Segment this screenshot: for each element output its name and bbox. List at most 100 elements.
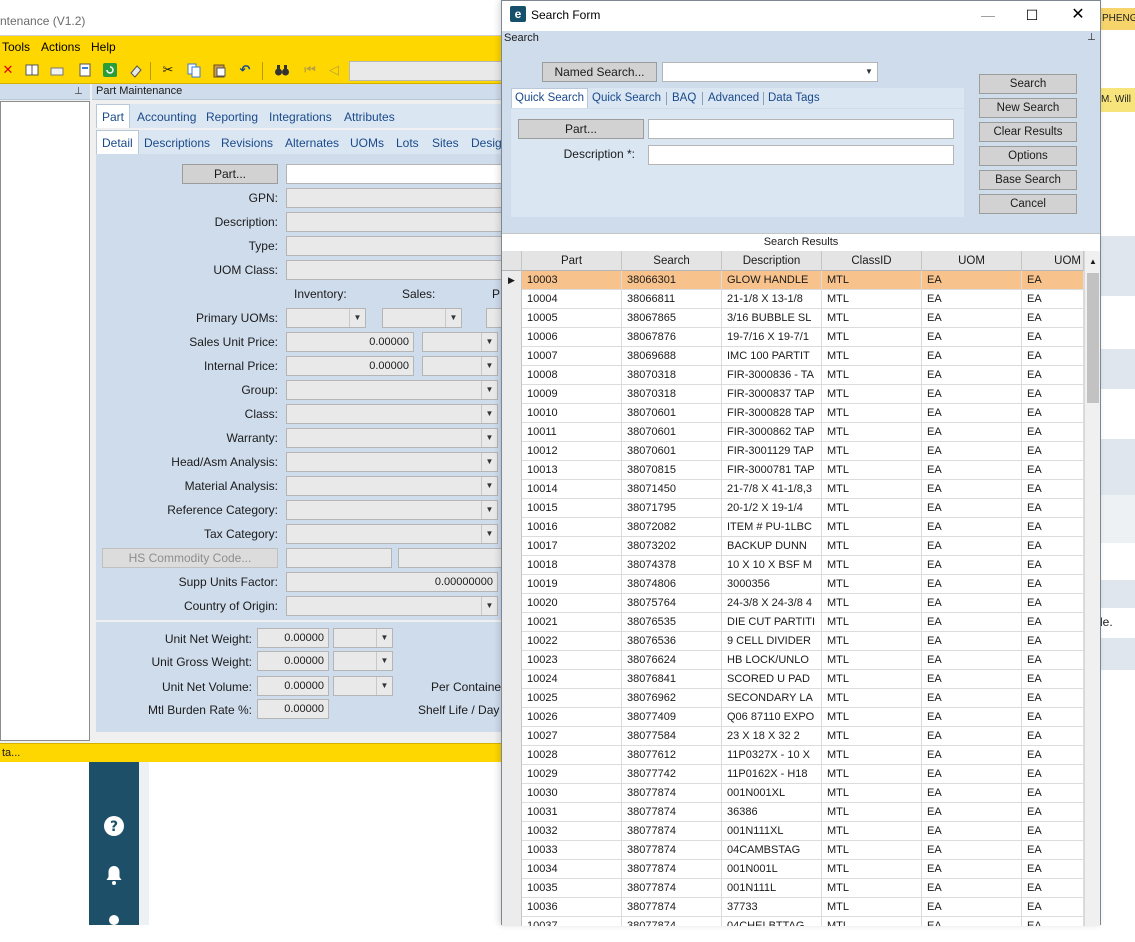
cell-part[interactable]: 10016 <box>522 518 622 537</box>
table-row[interactable]: 10030 38077874 001N001XL MTL EA EA <box>502 784 1084 803</box>
scroll-thumb[interactable] <box>1087 273 1099 403</box>
menu-help[interactable]: Help <box>91 40 116 54</box>
cell-uom-2[interactable]: EA <box>1022 632 1084 651</box>
cell-description[interactable]: FIR-3001129 TAP <box>722 442 822 461</box>
description-search-field[interactable] <box>648 145 954 165</box>
table-row[interactable]: 10021 38076535 DIE CUT PARTITI MTL EA EA <box>502 613 1084 632</box>
cell-uom[interactable]: EA <box>922 632 1022 651</box>
tab-reporting[interactable]: Reporting <box>206 110 258 124</box>
mtl-burden-rate-field[interactable]: 0.00000 <box>257 699 329 719</box>
cell-uom[interactable]: EA <box>922 556 1022 575</box>
cell-classid[interactable]: MTL <box>822 385 922 404</box>
unit-net-volume-field[interactable]: 0.00000 <box>257 676 329 696</box>
inventory-uom-dropdown[interactable]: ▼ <box>286 308 366 328</box>
cell-uom[interactable]: EA <box>922 594 1022 613</box>
cell-classid[interactable]: MTL <box>822 347 922 366</box>
cut-icon[interactable]: ✂ <box>160 62 176 78</box>
table-row[interactable]: 10025 38076962 SECONDARY LA MTL EA EA <box>502 689 1084 708</box>
row-indicator[interactable] <box>502 765 522 784</box>
table-row-selected[interactable]: ▶ 10003 38066301 GLOW HANDLE MTL EA EA <box>502 271 1084 290</box>
menu-actions[interactable]: Actions <box>41 40 80 54</box>
cell-search[interactable]: 38070318 <box>622 366 722 385</box>
tab-detail[interactable]: Detail <box>96 130 139 154</box>
cell-description[interactable]: 20-1/2 X 19-1/4 <box>722 499 822 518</box>
cell-uom[interactable]: EA <box>922 290 1022 309</box>
cell-classid[interactable]: MTL <box>822 613 922 632</box>
cell-uom-2[interactable]: EA <box>1022 271 1084 290</box>
column-header-description[interactable]: Description <box>722 251 822 271</box>
net-volume-uom-dropdown[interactable]: ▼ <box>333 676 393 696</box>
tab-advanced[interactable]: Advanced <box>708 92 759 104</box>
table-row[interactable]: 10006 38067876 19-7/16 X 19-7/1 MTL EA EA <box>502 328 1084 347</box>
table-row[interactable]: 10012 38070601 FIR-3001129 TAP MTL EA EA <box>502 442 1084 461</box>
cell-description[interactable]: DIE CUT PARTITI <box>722 613 822 632</box>
cell-uom-2[interactable]: EA <box>1022 651 1084 670</box>
table-row[interactable]: 10016 38072082 ITEM # PU-1LBC MTL EA EA <box>502 518 1084 537</box>
hs-commodity-code-button[interactable]: HS Commodity Code... <box>102 548 278 568</box>
pin-icon[interactable]: ⊥ <box>1087 32 1096 43</box>
cell-uom[interactable]: EA <box>922 518 1022 537</box>
cell-description[interactable]: FIR-3000837 TAP <box>722 385 822 404</box>
table-row[interactable]: 10032 38077874 001N111XL MTL EA EA <box>502 822 1084 841</box>
cell-part[interactable]: 10033 <box>522 841 622 860</box>
cell-classid[interactable]: MTL <box>822 594 922 613</box>
cell-part[interactable]: 10005 <box>522 309 622 328</box>
row-indicator[interactable] <box>502 404 522 423</box>
cell-classid[interactable]: MTL <box>822 518 922 537</box>
cell-uom-2[interactable]: EA <box>1022 347 1084 366</box>
table-row[interactable]: 10018 38074378 10 X 10 X BSF M MTL EA EA <box>502 556 1084 575</box>
cell-uom[interactable]: EA <box>922 841 1022 860</box>
cell-uom[interactable]: EA <box>922 442 1022 461</box>
tab-quick-search[interactable]: Quick Search <box>511 88 589 108</box>
row-indicator[interactable] <box>502 461 522 480</box>
sales-unit-price-field[interactable]: 0.00000 <box>286 332 414 352</box>
tab-alternates[interactable]: Alternates <box>285 136 339 150</box>
cell-classid[interactable]: MTL <box>822 708 922 727</box>
row-indicator[interactable] <box>502 689 522 708</box>
tab-sites[interactable]: Sites <box>432 136 459 150</box>
tab-uoms[interactable]: UOMs <box>350 136 384 150</box>
cell-description[interactable]: SCORED U PAD <box>722 670 822 689</box>
cell-uom[interactable]: EA <box>922 613 1022 632</box>
row-indicator[interactable] <box>502 651 522 670</box>
menu-tools[interactable]: Tools <box>2 40 30 54</box>
column-header-part[interactable]: Part <box>522 251 622 271</box>
cell-description[interactable]: 23 X 18 X 32 2 <box>722 727 822 746</box>
cell-search[interactable]: 38077874 <box>622 898 722 917</box>
cell-search[interactable]: 38074378 <box>622 556 722 575</box>
gross-weight-uom-dropdown[interactable]: ▼ <box>333 651 393 671</box>
cell-uom[interactable]: EA <box>922 385 1022 404</box>
cell-uom-2[interactable]: EA <box>1022 708 1084 727</box>
cell-search[interactable]: 38074806 <box>622 575 722 594</box>
cell-classid[interactable]: MTL <box>822 879 922 898</box>
cell-uom-2[interactable]: EA <box>1022 689 1084 708</box>
cell-uom-2[interactable]: EA <box>1022 385 1084 404</box>
row-indicator[interactable] <box>502 385 522 404</box>
cell-part[interactable]: 10007 <box>522 347 622 366</box>
cell-uom-2[interactable]: EA <box>1022 499 1084 518</box>
column-header-classid[interactable]: ClassID <box>822 251 922 271</box>
cell-part[interactable]: 10009 <box>522 385 622 404</box>
clear-results-button[interactable]: Clear Results <box>979 122 1077 142</box>
row-indicator[interactable] <box>502 708 522 727</box>
row-indicator[interactable] <box>502 328 522 347</box>
scroll-up-icon[interactable]: ▲ <box>1085 255 1100 269</box>
cell-uom[interactable]: EA <box>922 822 1022 841</box>
cell-part[interactable]: 10018 <box>522 556 622 575</box>
cell-part[interactable]: 10031 <box>522 803 622 822</box>
cell-part[interactable]: 10036 <box>522 898 622 917</box>
cell-part[interactable]: 10024 <box>522 670 622 689</box>
cell-description[interactable]: 001N001XL <box>722 784 822 803</box>
purchasing-uom-dropdown[interactable] <box>486 308 502 328</box>
attachment-icon[interactable] <box>77 62 93 78</box>
tab-revisions[interactable]: Revisions <box>221 136 273 150</box>
cell-uom[interactable]: EA <box>922 689 1022 708</box>
cell-uom[interactable]: EA <box>922 461 1022 480</box>
binoculars-icon[interactable] <box>274 62 290 78</box>
cell-part[interactable]: 10008 <box>522 366 622 385</box>
unit-net-weight-field[interactable]: 0.00000 <box>257 628 329 648</box>
cell-search[interactable]: 38076841 <box>622 670 722 689</box>
cell-uom-2[interactable]: EA <box>1022 784 1084 803</box>
cell-description[interactable]: FIR-3000828 TAP <box>722 404 822 423</box>
cell-description[interactable]: 11P0327X - 10 X <box>722 746 822 765</box>
